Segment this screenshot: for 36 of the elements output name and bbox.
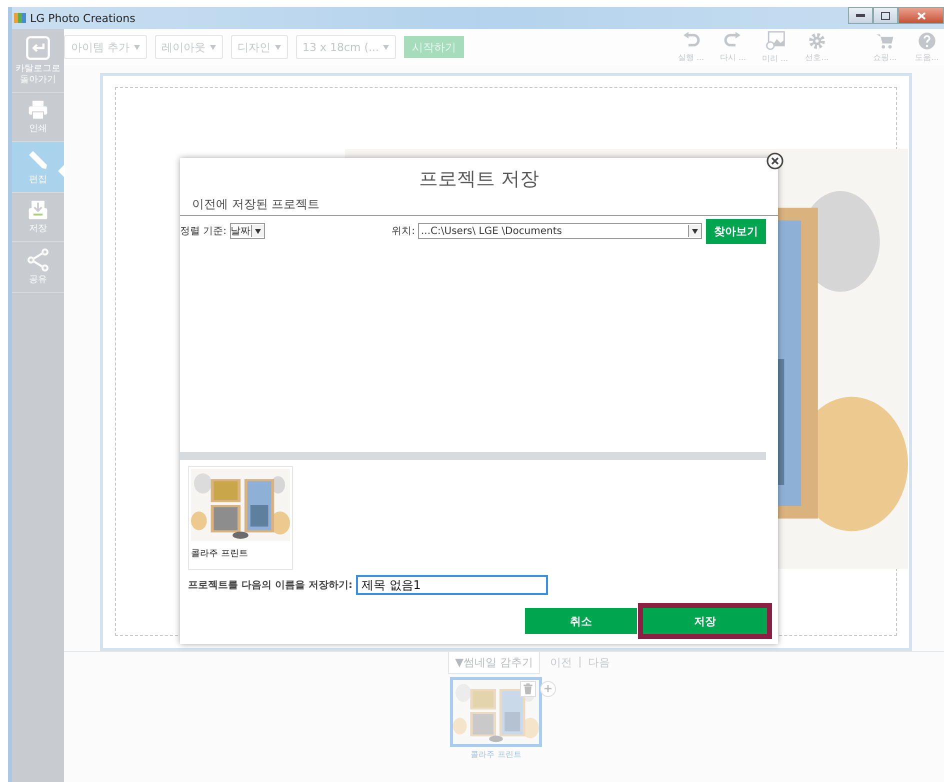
project-name: 콜라주 프린트 xyxy=(191,548,249,560)
name-field[interactable]: 제목 없음1 xyxy=(356,575,548,595)
printer-icon xyxy=(27,99,49,121)
browse-button[interactable]: 찾아보기 xyxy=(706,218,766,244)
hide-thumbnails-tab[interactable]: ▼썸네일 감추기 xyxy=(448,652,540,674)
window-title: LG Photo Creations xyxy=(30,12,136,24)
caret-icon xyxy=(134,44,140,50)
sort-label: 정렬 기준: xyxy=(180,225,227,238)
minimize-button[interactable] xyxy=(848,7,873,24)
dialog-button[interactable]: 저장 xyxy=(638,603,772,639)
return-icon xyxy=(25,35,51,61)
caret-icon xyxy=(274,44,280,50)
close-button[interactable] xyxy=(898,7,944,24)
save-tray-icon xyxy=(27,199,49,221)
caret-icon xyxy=(254,228,261,234)
section-heading: 이전에 저장된 프로젝트 xyxy=(180,196,778,216)
caret-icon xyxy=(210,44,216,50)
dialog-button[interactable]: 취소 xyxy=(525,608,637,634)
close-icon xyxy=(916,12,926,20)
name-label: 프로젝트를 다음의 이름을 저장하기: xyxy=(188,579,352,592)
thumbnail-caption: 콜라주 프린트 xyxy=(470,749,522,760)
sort-dropdown[interactable]: 날짜 xyxy=(230,223,265,239)
share-icon xyxy=(26,248,50,272)
separator: | xyxy=(578,655,582,670)
caret-icon xyxy=(692,228,698,234)
sidebar-item[interactable]: 편집 xyxy=(12,142,64,193)
location-label: 위치: xyxy=(392,225,415,238)
location-dropdown[interactable]: ...C:\Users\ LGE \Documents xyxy=(418,223,702,239)
close-icon[interactable] xyxy=(766,152,784,170)
project-tile[interactable]: 콜라주 프린트 xyxy=(188,466,293,570)
maximize-icon xyxy=(881,12,890,20)
maximize-button[interactable] xyxy=(873,7,898,24)
dialog-title: 프로젝트 저장 xyxy=(418,167,540,192)
app-logo-icon xyxy=(14,13,26,23)
caret-icon xyxy=(383,44,390,50)
minimize-icon xyxy=(856,14,865,17)
